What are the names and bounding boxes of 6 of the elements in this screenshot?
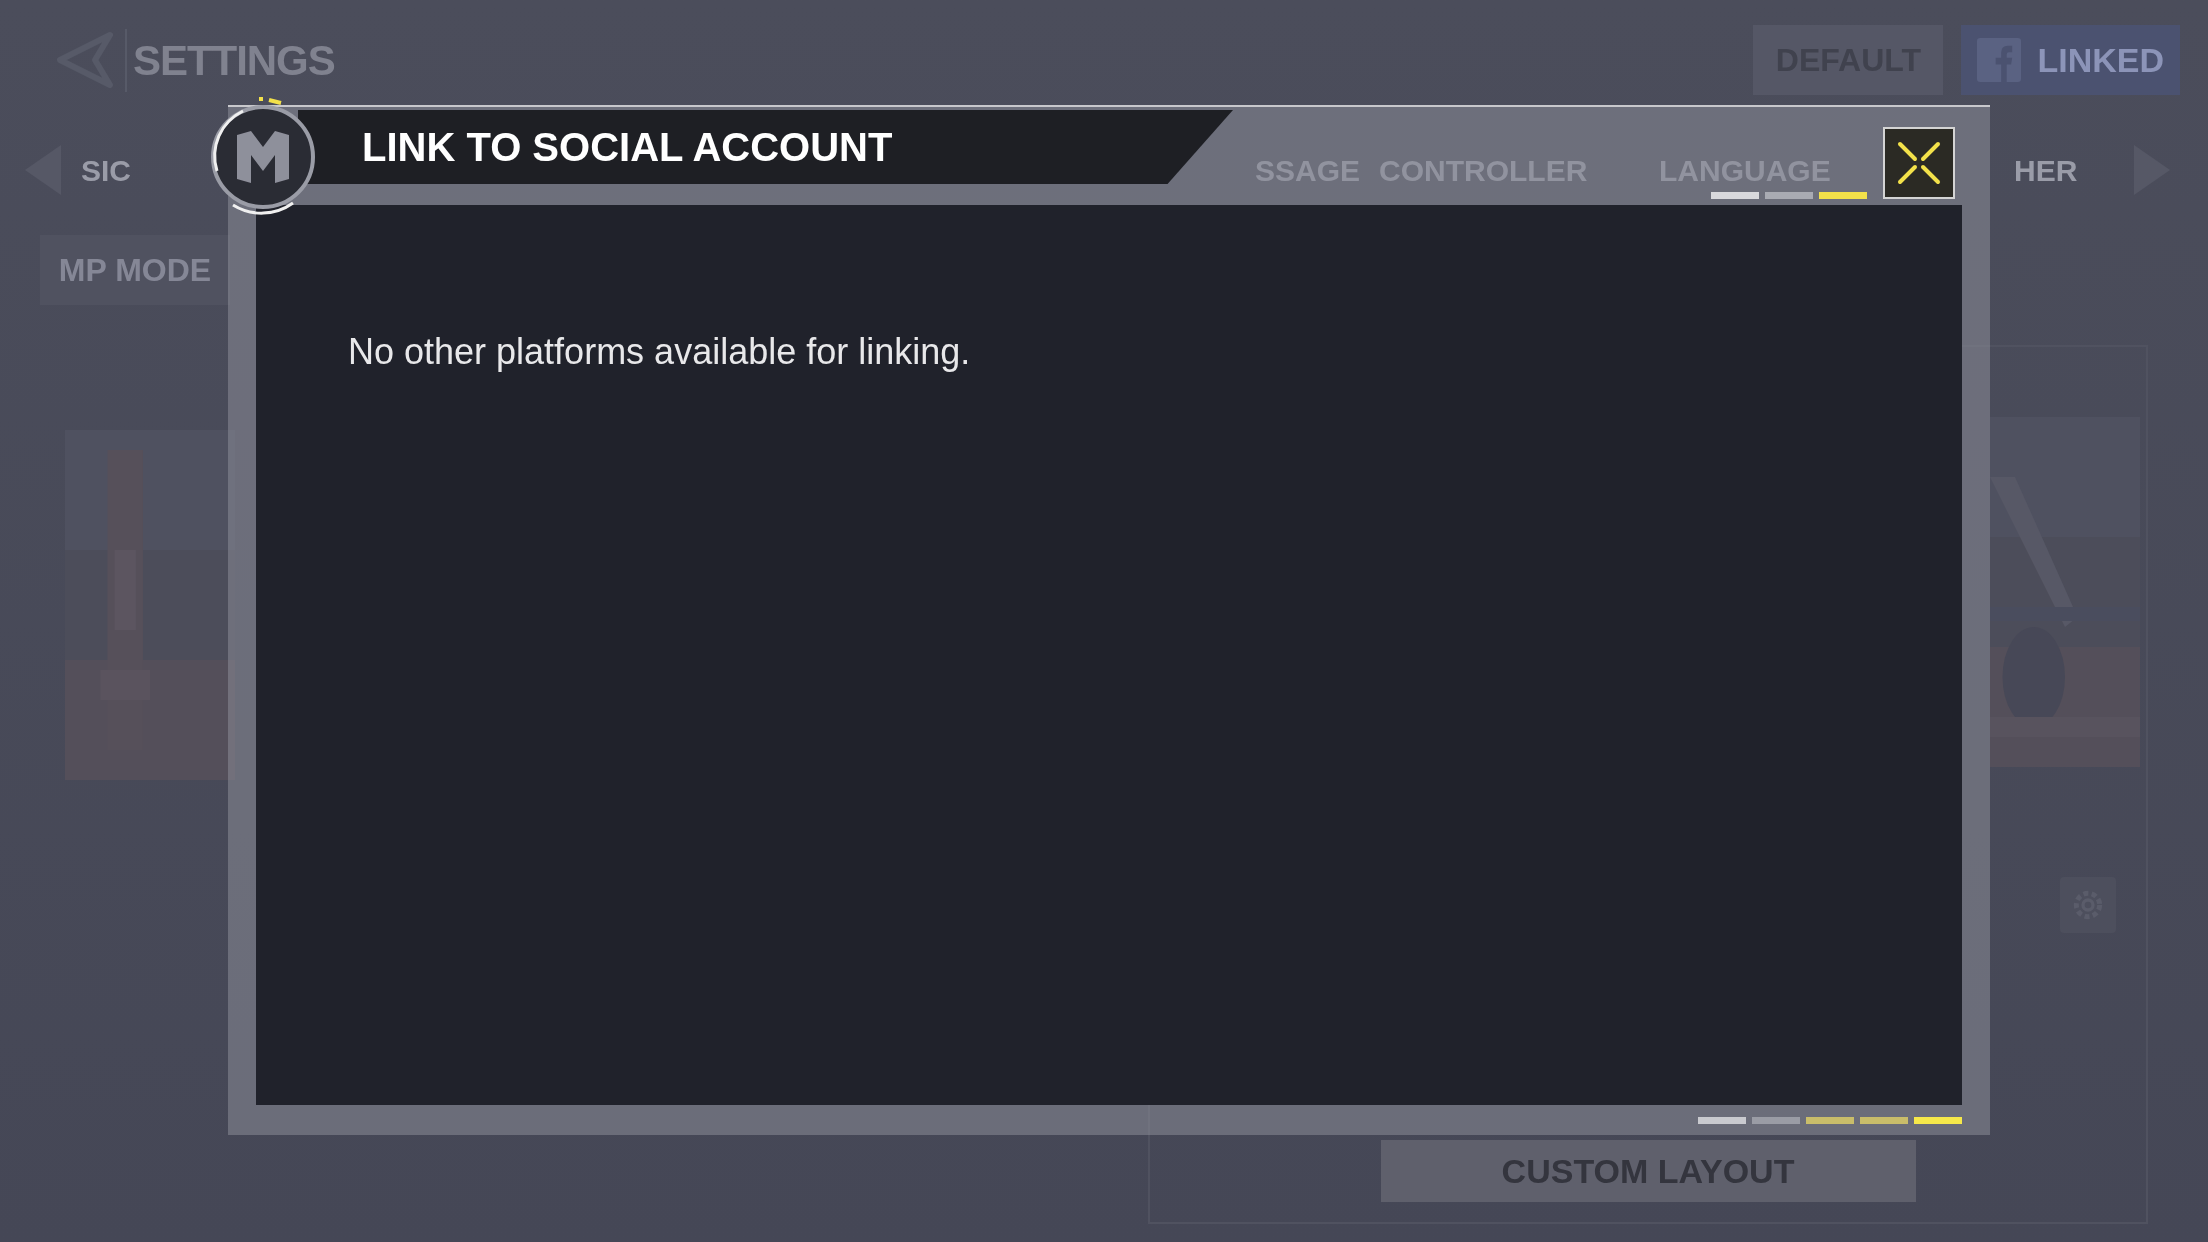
dialog-message: No other platforms available for linking. bbox=[348, 330, 972, 374]
tab[interactable]: SIC bbox=[81, 147, 131, 193]
dialog-title: LINK TO SOCIAL ACCOUNT bbox=[362, 124, 893, 171]
close-button[interactable] bbox=[1883, 127, 1955, 199]
linked-button[interactable]: LINKED bbox=[1961, 25, 2180, 95]
tab[interactable]: HER bbox=[2014, 147, 2134, 193]
